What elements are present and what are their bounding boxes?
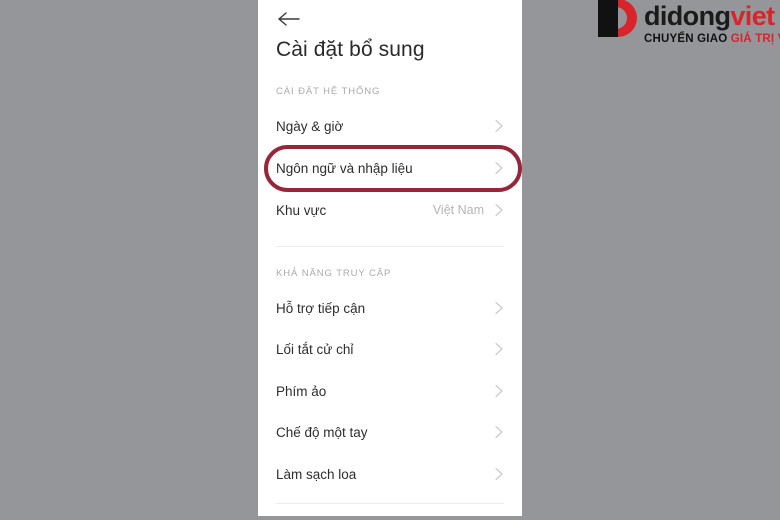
list-item-virtual-keys[interactable]: Phím ảo xyxy=(258,370,522,412)
chevron-right-icon xyxy=(495,342,503,356)
list-item-value-region: Việt Nam xyxy=(432,203,484,217)
section-header-system: CÀI ĐẶT HỆ THỐNG xyxy=(276,86,381,97)
chevron-right-icon xyxy=(495,384,503,398)
list-item-clean-speaker[interactable]: Làm sạch loa xyxy=(258,453,522,495)
didongviet-d-mark-icon xyxy=(598,0,637,37)
list-item-language-input[interactable]: Ngôn ngữ và nhập liệu xyxy=(258,147,522,189)
list-item-gesture-shortcuts[interactable]: Lối tắt cử chỉ xyxy=(258,328,522,370)
chevron-right-icon xyxy=(495,467,503,481)
bottom-divider xyxy=(276,503,504,504)
brand-wordmark-viet: viet xyxy=(730,1,775,31)
list-item-label: Làm sạch loa xyxy=(276,466,357,482)
brand-tagline: CHUYỂN GIAO GIÁ TRỊ VƯỢT TRỘI xyxy=(644,33,780,46)
back-button[interactable] xyxy=(272,4,306,34)
list-item-region[interactable]: Khu vực Việt Nam xyxy=(258,189,522,231)
list-item-label: Chế độ một tay xyxy=(276,424,368,440)
chevron-right-icon xyxy=(495,203,503,217)
list-item-label: Ngày & giờ xyxy=(276,118,344,134)
section-divider xyxy=(276,246,504,247)
chevron-right-icon xyxy=(495,119,503,133)
chevron-right-icon xyxy=(495,425,503,439)
chevron-right-icon xyxy=(495,301,503,315)
back-arrow-icon xyxy=(278,12,300,26)
brand-wordmark: didongviet xyxy=(644,1,775,31)
list-item-label: Khu vực xyxy=(276,202,327,218)
list-item-label: Ngôn ngữ và nhập liệu xyxy=(276,160,413,176)
brand-tagline-gia-tri: GIÁ TRỊ VƯỢT TRỘI xyxy=(730,33,780,45)
list-item-date-time[interactable]: Ngày & giờ xyxy=(258,105,522,147)
phone-settings-screen: Cài đặt bổ sung CÀI ĐẶT HỆ THỐNG Ngày & … xyxy=(258,0,522,516)
list-item-label: Lối tắt cử chỉ xyxy=(276,341,354,357)
list-item-one-handed-mode[interactable]: Chế độ một tay xyxy=(258,411,522,453)
brand-tagline-chuyen-giao: CHUYỂN GIAO xyxy=(644,33,728,45)
list-item-label: Phím ảo xyxy=(276,383,327,399)
brand-wordmark-didong: didong xyxy=(644,1,731,31)
list-item-label: Hỗ trợ tiếp cận xyxy=(276,300,366,316)
page-title: Cài đặt bổ sung xyxy=(276,38,425,61)
section-header-accessibility: KHẢ NĂNG TRUY CẬP xyxy=(276,268,392,279)
brand-logo: didongviet CHUYỂN GIAO GIÁ TRỊ VƯỢT TRỘI xyxy=(592,0,780,60)
list-item-accessibility-support[interactable]: Hỗ trợ tiếp cận xyxy=(258,287,522,329)
chevron-right-icon xyxy=(495,161,503,175)
